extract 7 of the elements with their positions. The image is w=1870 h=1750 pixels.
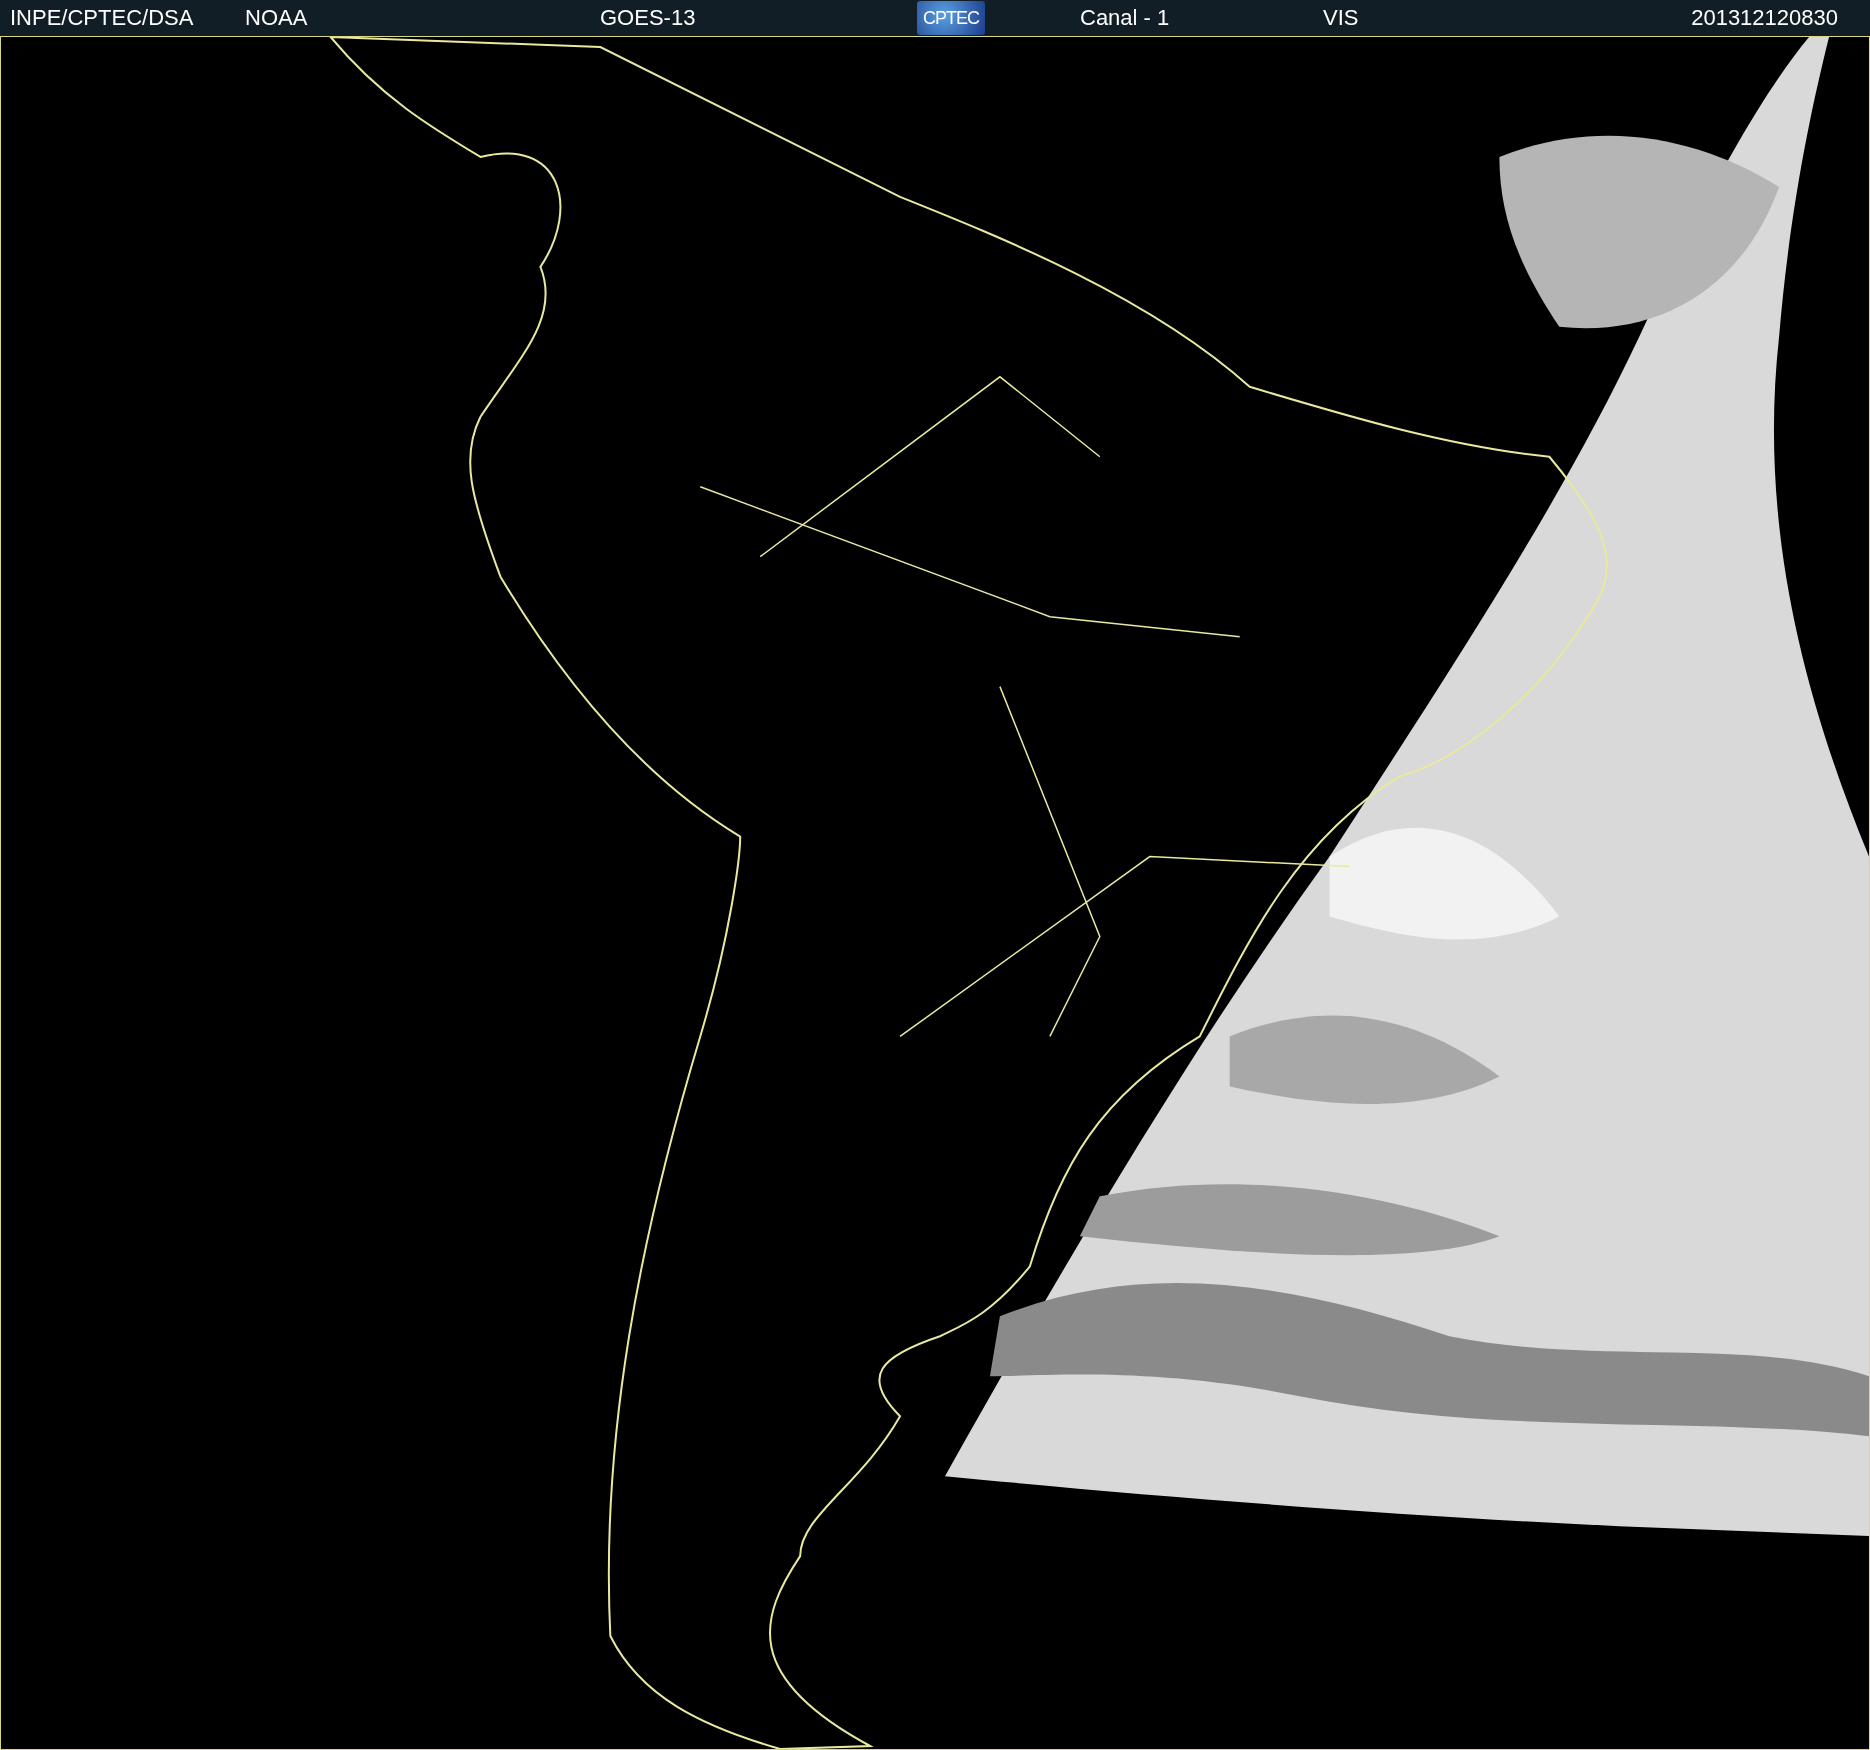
timestamp-label: 201312120830 xyxy=(1691,5,1839,31)
band-label: VIS xyxy=(1323,5,1360,31)
logo: CPTEC xyxy=(917,1,985,35)
agency-label: NOAA xyxy=(245,5,309,31)
source-label: INPE/CPTEC/DSA xyxy=(10,5,195,31)
channel-label: Canal - 1 xyxy=(1080,5,1171,31)
satellite-label: GOES-13 xyxy=(600,5,697,31)
